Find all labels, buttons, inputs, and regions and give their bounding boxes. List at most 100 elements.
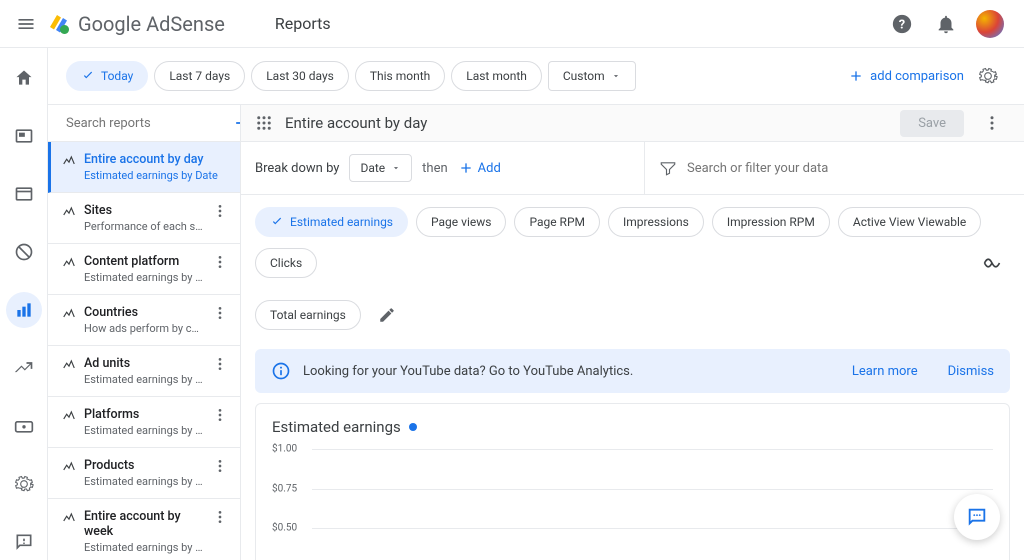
pencil-icon bbox=[378, 306, 396, 324]
report-item-ad-units[interactable]: Ad unitsEstimated earnings by Ad unit bbox=[48, 346, 240, 397]
rail-feedback[interactable] bbox=[6, 524, 42, 560]
chart-card: Estimated earnings $1.00$0.75$0.50$0.25N… bbox=[255, 403, 1010, 560]
date-chip-last-7-days[interactable]: Last 7 days bbox=[154, 61, 245, 91]
breakdown-dropdown[interactable]: Date bbox=[349, 154, 412, 182]
bell-icon bbox=[935, 13, 957, 35]
caret-down-icon bbox=[391, 163, 401, 173]
caret-down-icon bbox=[611, 71, 621, 81]
chart-gridline bbox=[312, 528, 993, 529]
rail-reports[interactable] bbox=[6, 292, 42, 328]
rail-sites[interactable] bbox=[6, 176, 42, 212]
metric-chip-active-view-viewable[interactable]: Active View Viewable bbox=[838, 207, 981, 237]
add-breakdown-label: Add bbox=[478, 161, 501, 176]
bar-chart-icon bbox=[14, 300, 34, 320]
rail-optimization[interactable] bbox=[6, 350, 42, 386]
product-logo[interactable]: Google AdSense bbox=[48, 12, 225, 36]
report-item-countries[interactable]: CountriesHow ads perform by country bbox=[48, 295, 240, 346]
content-header: Entire account by day Save bbox=[241, 105, 1024, 142]
sparkline-icon bbox=[62, 307, 76, 321]
date-chip-last-month[interactable]: Last month bbox=[451, 61, 542, 91]
report-item-entire-account-by-day[interactable]: Entire account by dayEstimated earnings … bbox=[48, 142, 240, 193]
apps-icon bbox=[255, 114, 273, 132]
feedback-icon bbox=[14, 532, 34, 552]
report-item-platforms[interactable]: PlatformsEstimated earnings by Platform bbox=[48, 397, 240, 448]
more-vert-icon[interactable] bbox=[212, 203, 228, 219]
more-vert-icon[interactable] bbox=[212, 509, 228, 525]
sparkline-icon bbox=[62, 358, 76, 372]
chart-ytick: $0.75 bbox=[272, 483, 297, 494]
check-icon bbox=[81, 69, 95, 83]
filter-input[interactable] bbox=[687, 161, 1010, 176]
help-button[interactable]: ? bbox=[884, 6, 920, 42]
rail-block[interactable] bbox=[6, 234, 42, 270]
feedback-fab[interactable] bbox=[954, 494, 1000, 540]
notifications-button[interactable] bbox=[928, 6, 964, 42]
rail-ads[interactable] bbox=[6, 118, 42, 154]
content-more-button[interactable] bbox=[974, 105, 1010, 141]
rail-settings[interactable] bbox=[6, 466, 42, 502]
avatar-icon bbox=[976, 10, 1004, 38]
metrics-row: Estimated earnings Page views Page RPM Impr… bbox=[241, 195, 1024, 345]
chart-gridline bbox=[312, 449, 993, 450]
info-icon bbox=[271, 361, 291, 381]
page-title: Reports bbox=[275, 14, 331, 33]
more-vert-icon[interactable] bbox=[212, 305, 228, 321]
account-button[interactable] bbox=[972, 6, 1008, 42]
report-settings-button[interactable] bbox=[970, 58, 1006, 94]
sites-icon bbox=[14, 184, 34, 204]
report-item-entire-account-by-week[interactable]: Entire account by weekEstimated earnings… bbox=[48, 499, 240, 560]
dismiss-link[interactable]: Dismiss bbox=[948, 364, 994, 379]
report-item-products[interactable]: ProductsEstimated earnings by Product bbox=[48, 448, 240, 499]
breakdown-label: Break down by bbox=[255, 161, 339, 176]
date-chip-this-month[interactable]: This month bbox=[355, 61, 445, 91]
learn-more-link[interactable]: Learn more bbox=[852, 364, 918, 379]
wave-icon bbox=[982, 253, 1002, 273]
metric-chip-estimated-earnings[interactable]: Estimated earnings bbox=[255, 207, 408, 237]
sparkline-icon bbox=[62, 256, 76, 270]
more-vert-icon[interactable] bbox=[212, 407, 228, 423]
metric-chip-total-earnings[interactable]: Total earnings bbox=[255, 300, 361, 330]
metric-chip-impressions[interactable]: Impressions bbox=[608, 207, 704, 237]
metric-chip-page-rpm[interactable]: Page RPM bbox=[514, 207, 600, 237]
rail-home[interactable] bbox=[6, 60, 42, 96]
report-item-content-platform[interactable]: Content platformEstimated earnings by Pl… bbox=[48, 244, 240, 295]
sparkline-icon bbox=[62, 154, 76, 168]
custom-date-chip[interactable]: Custom bbox=[548, 61, 636, 91]
home-icon bbox=[14, 68, 34, 88]
youtube-banner: Looking for your YouTube data? Go to You… bbox=[255, 349, 1010, 393]
chart-ytick: $1.00 bbox=[272, 444, 297, 455]
search-reports-input[interactable] bbox=[66, 116, 232, 131]
more-vert-icon[interactable] bbox=[212, 254, 228, 270]
edit-metrics-button[interactable] bbox=[369, 297, 405, 333]
help-icon: ? bbox=[891, 13, 913, 35]
rail-payments[interactable] bbox=[6, 408, 42, 444]
metric-chip-clicks[interactable]: Clicks bbox=[255, 248, 317, 278]
hamburger-icon bbox=[16, 14, 36, 34]
then-label: then bbox=[422, 161, 448, 176]
save-button[interactable]: Save bbox=[900, 110, 964, 137]
date-chip-last-30-days[interactable]: Last 30 days bbox=[251, 61, 349, 91]
chart-title: Estimated earnings bbox=[272, 418, 401, 436]
add-report-button[interactable] bbox=[232, 105, 241, 141]
metric-chip-page-views[interactable]: Page views bbox=[416, 207, 506, 237]
product-name: Google AdSense bbox=[78, 12, 225, 36]
report-item-sites[interactable]: SitesPerformance of each site bbox=[48, 193, 240, 244]
add-breakdown-button[interactable]: Add bbox=[458, 160, 501, 176]
menu-button[interactable] bbox=[8, 6, 44, 42]
chart-style-button[interactable] bbox=[974, 245, 1010, 281]
add-comparison-button[interactable]: add comparison bbox=[848, 68, 964, 84]
more-vert-icon[interactable] bbox=[212, 458, 228, 474]
date-chip-today[interactable]: Today bbox=[66, 61, 148, 91]
content-title: Entire account by day bbox=[285, 114, 900, 132]
chart-area[interactable]: $1.00$0.75$0.50$0.25Nov 4 bbox=[272, 444, 993, 560]
metric-chip-impression-rpm[interactable]: Impression RPM bbox=[712, 207, 830, 237]
plus-icon bbox=[232, 113, 241, 133]
gear-icon bbox=[978, 66, 998, 86]
gear-icon bbox=[14, 474, 34, 494]
date-range-bar: TodayLast 7 daysLast 30 daysThis monthLa… bbox=[48, 48, 1024, 105]
check-icon bbox=[270, 215, 284, 229]
sparkline-icon bbox=[62, 511, 76, 525]
more-vert-icon[interactable] bbox=[212, 356, 228, 372]
report-content: Entire account by day Save Break down by… bbox=[241, 105, 1024, 560]
left-rail bbox=[0, 48, 48, 560]
